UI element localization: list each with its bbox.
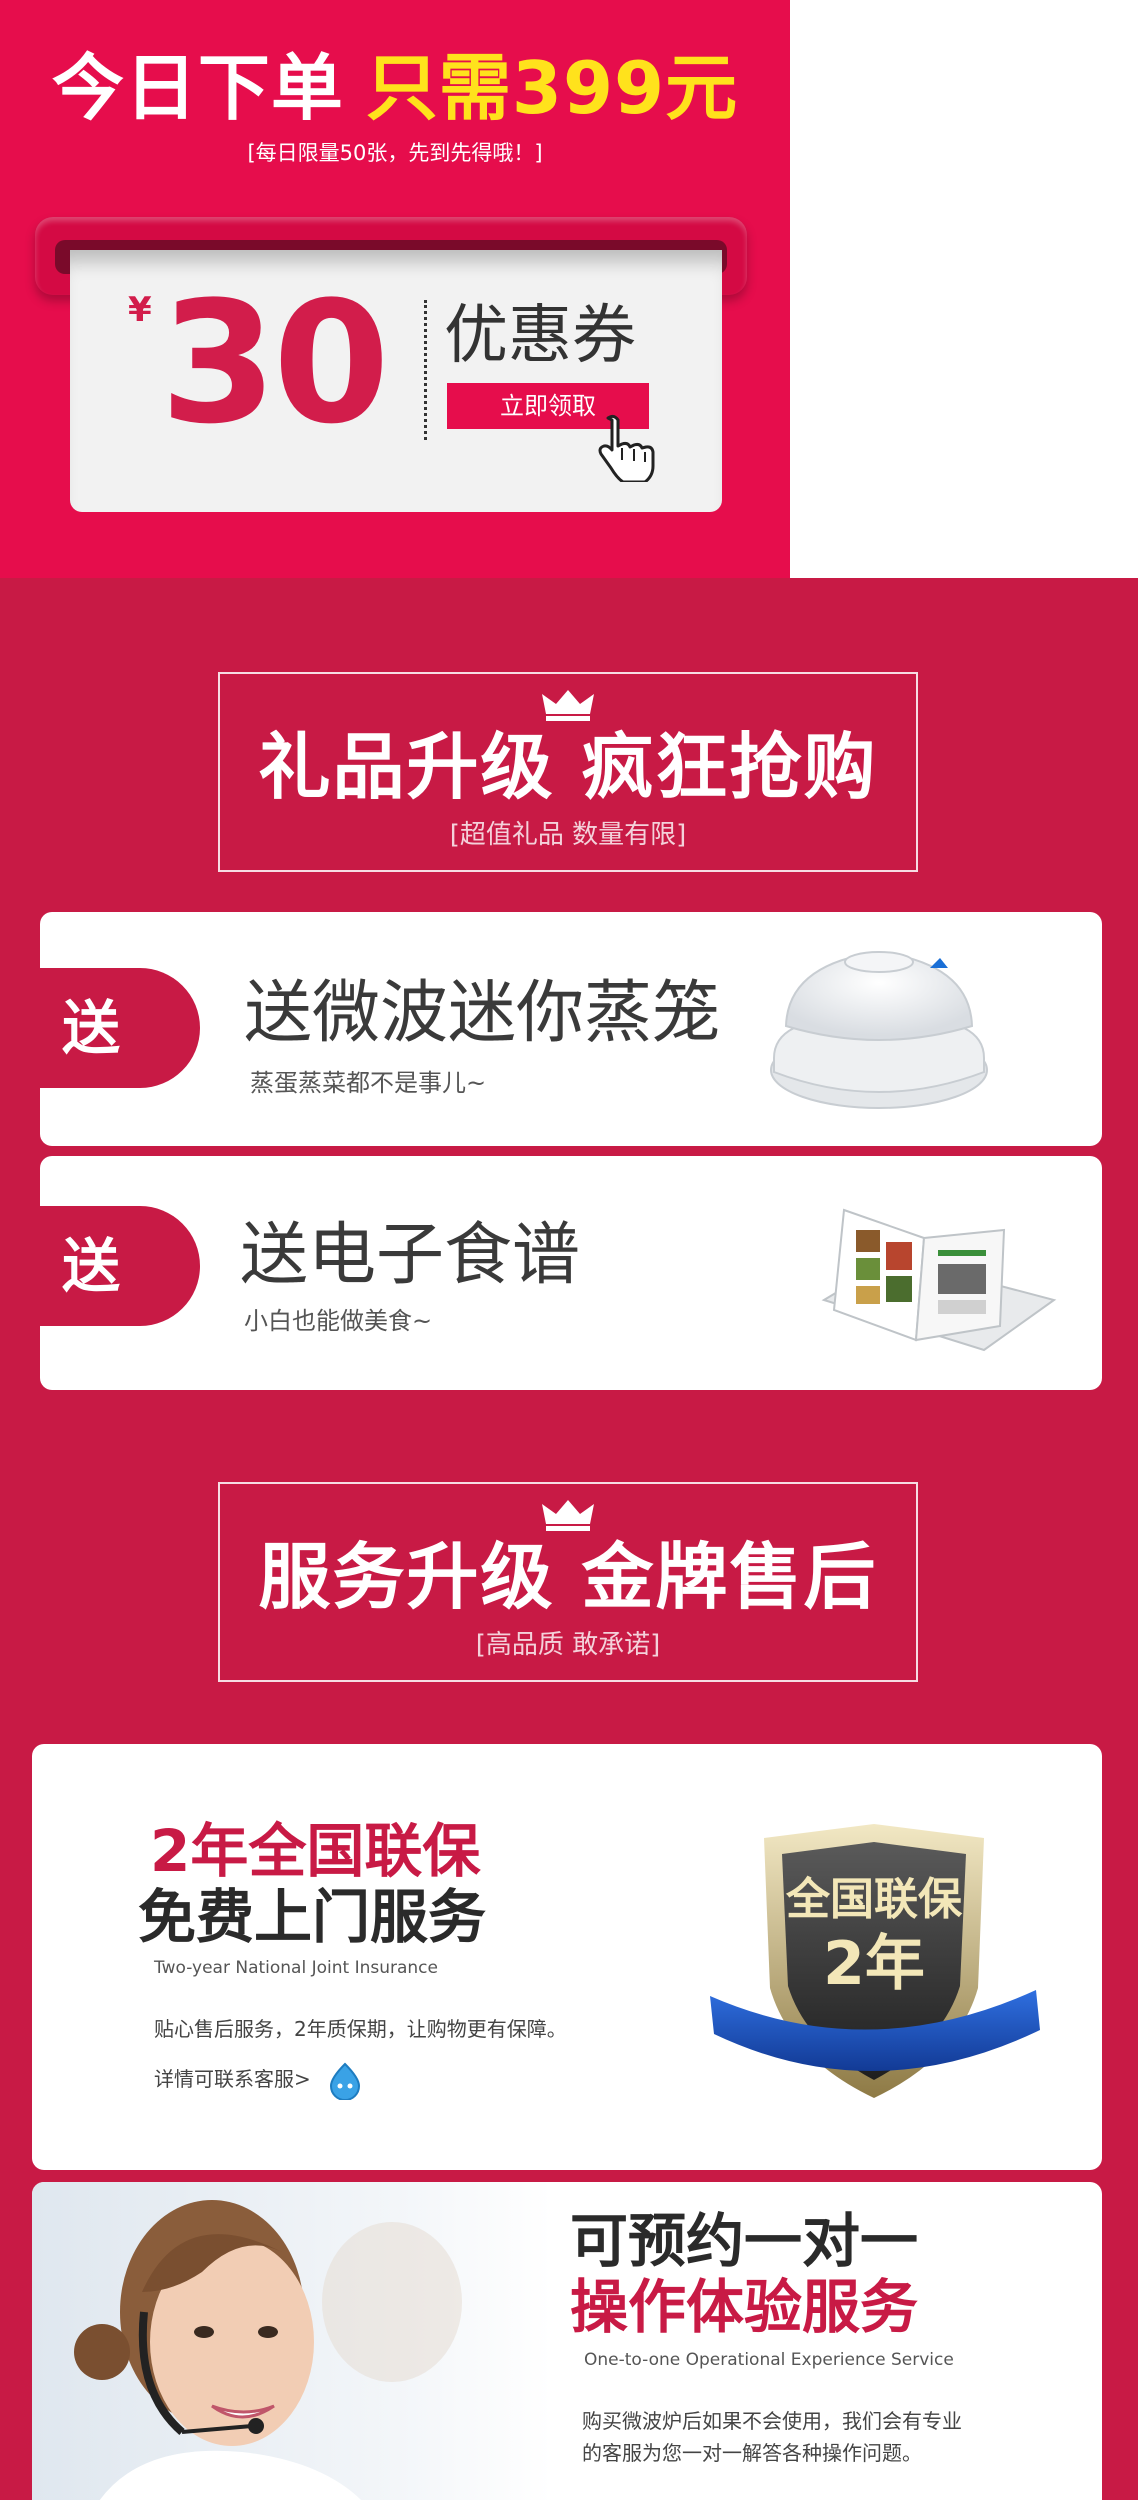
warranty-description: 贴心售后服务，2年质保期，让购物更有保障。 — [154, 2017, 567, 2041]
gift-section-subtitle: [超值礼品 数量有限] — [449, 820, 687, 850]
gift-title: 送微波迷你蒸笼 — [244, 974, 721, 1053]
contact-service-link[interactable]: 详情可联系客服> — [154, 2064, 311, 2094]
gift-subtitle: 蒸蛋蒸菜都不是事儿~ — [250, 1069, 487, 1097]
coupon-ticket-edge — [70, 500, 722, 526]
experience-description-line2: 的客服为您一对一解答各种操作问题。 — [582, 2441, 922, 2465]
crown-icon — [542, 1500, 594, 1531]
promo-headline: 今日下单 只需399元 — [0, 38, 790, 138]
warranty-title-dark: 免费上门服务 — [138, 1883, 487, 1951]
warranty-title-en: Two-year National Joint Insurance — [154, 1958, 438, 1978]
shield-line2-text: 2年 — [823, 1929, 925, 1999]
service-section-subtitle: [高品质 敢承诺] — [475, 1630, 661, 1660]
gift-subtitle: 小白也能做美食~ — [244, 1307, 433, 1335]
gift-section-title: 礼品升级 疯狂抢购 — [258, 725, 878, 809]
gift-section-header: 礼品升级 疯狂抢购 [超值礼品 数量有限] — [218, 672, 918, 872]
gift-card-steamer[interactable]: 送 送微波迷你蒸笼 蒸蛋蒸菜都不是事儿~ — [40, 912, 1102, 1146]
service-section-header: 服务升级 金牌售后 [高品质 敢承诺] — [218, 1482, 918, 1682]
experience-title-red: 操作体验服务 — [570, 2273, 919, 2341]
steamer-image — [770, 950, 988, 1109]
coupon-amount: 30 — [160, 265, 390, 461]
gift-badge: 送 — [40, 1206, 200, 1326]
experience-description-line1: 购买微波炉后如果不会使用，我们会有专业 — [582, 2409, 962, 2433]
coupon-divider — [424, 300, 427, 440]
currency-symbol: ¥ — [128, 290, 152, 330]
customer-service-agent-image — [32, 2182, 552, 2500]
gift-card-recipe[interactable]: 送 送电子食谱 小白也能做美食~ — [40, 1156, 1102, 1390]
warranty-title-red: 2年全国联保 — [150, 1817, 481, 1885]
service-section-title: 服务升级 金牌售后 — [258, 1535, 878, 1619]
promo-page: 今日下单 只需399元 [每日限量50张，先到先得哦！] ¥ 30 优惠券 立即领… — [0, 0, 1138, 2500]
hand-pointer-icon — [598, 414, 655, 482]
coupon-banner: 今日下单 只需399元 [每日限量50张，先到先得哦！] ¥ 30 优惠券 立即领… — [0, 0, 790, 578]
customer-service-icon[interactable] — [326, 2062, 364, 2100]
recipe-book-image — [821, 1208, 1057, 1352]
experience-title-en: One-to-one Operational Experience Servic… — [584, 2350, 954, 2370]
coupon-title: 优惠券 — [444, 299, 636, 373]
warranty-shield-image: 全国联保 2年 — [710, 1824, 1040, 2098]
warranty-card[interactable]: 2年全国联保 免费上门服务 Two-year National Joint In… — [32, 1744, 1102, 2170]
main-section: 礼品升级 疯狂抢购 [超值礼品 数量有限] 送 送微波迷你蒸笼 蒸蛋蒸菜都不是事… — [0, 578, 1138, 2500]
gift-title: 送电子食谱 — [240, 1216, 581, 1295]
experience-service-card[interactable]: 可预约一对一 操作体验服务 One-to-one Operational Exp… — [32, 2182, 1102, 2500]
shield-line1-text: 全国联保 — [785, 1874, 963, 1925]
experience-title-dark: 可预约一对一 — [570, 2207, 919, 2275]
crown-icon — [542, 690, 594, 721]
gift-badge: 送 — [40, 968, 200, 1088]
headline-price-text: 只需399元 — [365, 46, 739, 130]
headline-white-text: 今日下单 — [51, 46, 344, 130]
promo-sub-headline: [每日限量50张，先到先得哦！] — [247, 141, 543, 165]
